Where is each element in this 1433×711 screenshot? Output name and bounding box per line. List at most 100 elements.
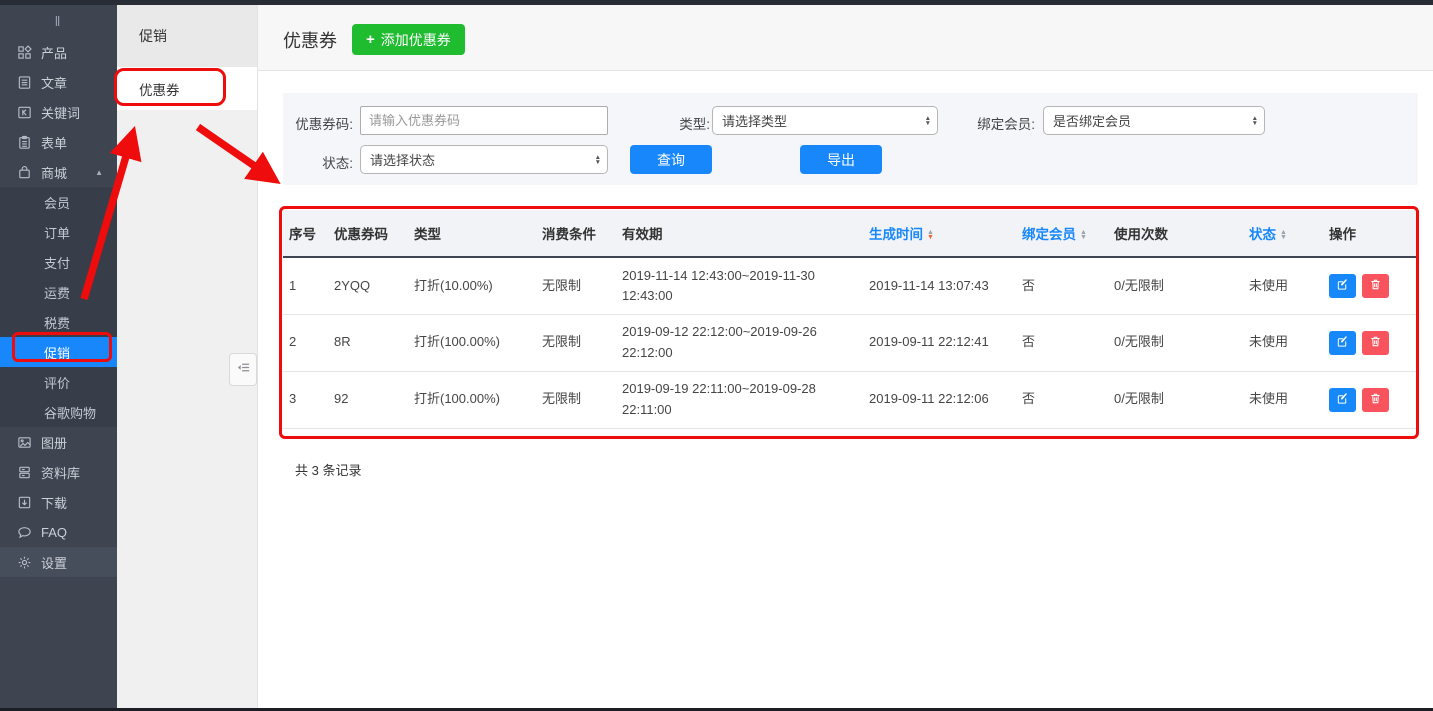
sort-desc-icon: ▼ [1080, 235, 1087, 241]
sidebar-item-promotion[interactable]: 促销 [0, 337, 117, 367]
cell-bound: 否 [1016, 314, 1108, 371]
cell-validity: 2019-11-14 12:43:00~2019-11-30 12:43:00 [616, 257, 863, 314]
edit-button[interactable] [1329, 388, 1356, 412]
sidebar-item-label: 会员 [44, 193, 70, 212]
col-status-sort[interactable]: 状态▲▼ [1243, 210, 1323, 257]
sidebar-collapse-toggle[interactable]: ‖ [0, 5, 117, 37]
mall-submenu: 会员 订单 支付 运费 税费 促销 评价 谷歌购物 [0, 187, 117, 427]
gear-icon [16, 554, 32, 570]
sidebar-item-forms[interactable]: 表单 [0, 127, 117, 157]
col-code: 优惠券码 [328, 210, 408, 257]
type-label: 类型: [636, 113, 710, 133]
page-title: 优惠券 [283, 27, 337, 53]
sidebar-item-articles[interactable]: 文章 [0, 67, 117, 97]
col-bound-sort[interactable]: 绑定会员▲▼ [1016, 210, 1108, 257]
sidebar-item-mall[interactable]: 商城 ▲ [0, 157, 117, 187]
sort-desc-icon: ▼ [1280, 235, 1287, 241]
delete-button[interactable] [1362, 274, 1389, 298]
export-button[interactable]: 导出 [800, 145, 882, 174]
table-row: 3 92 打折(100.00%) 无限制 2019-09-19 22:11:00… [283, 371, 1418, 428]
search-button[interactable]: 查询 [630, 145, 712, 174]
delete-button[interactable] [1362, 388, 1389, 412]
cell-status: 未使用 [1243, 371, 1323, 428]
add-coupon-button[interactable]: + 添加优惠券 [352, 24, 465, 55]
cell-type: 打折(100.00%) [408, 371, 536, 428]
cell-status: 未使用 [1243, 257, 1323, 314]
select-caret-icon: ▲▼ [595, 155, 601, 165]
filter-panel: 优惠券码: 类型: 请选择类型 ▲▼ 绑定会员: 是否绑定会员 ▲▼ 状态: 请… [283, 93, 1418, 185]
col-type: 类型 [408, 210, 536, 257]
edit-button[interactable] [1329, 331, 1356, 355]
panel-collapse-button[interactable] [229, 353, 257, 386]
sidebar-item-payment[interactable]: 支付 [0, 247, 117, 277]
faq-icon [16, 524, 32, 540]
sidebar-item-google-shopping[interactable]: 谷歌购物 [0, 397, 117, 427]
delete-button[interactable] [1362, 331, 1389, 355]
sidebar-item-orders[interactable]: 订单 [0, 217, 117, 247]
type-select[interactable]: 请选择类型 ▲▼ [712, 106, 938, 135]
sidebar-item-members[interactable]: 会员 [0, 187, 117, 217]
sidebar-item-label: 表单 [41, 133, 67, 152]
bound-member-select[interactable]: 是否绑定会员 ▲▼ [1043, 106, 1265, 135]
status-select[interactable]: 请选择状态 ▲▼ [360, 145, 608, 174]
sidebar-item-faq[interactable]: FAQ [0, 517, 117, 547]
col-usage: 使用次数 [1108, 210, 1243, 257]
pencil-icon [1336, 392, 1349, 408]
sidebar-item-keywords[interactable]: 关键词 [0, 97, 117, 127]
app-window: ‖ 产品 文章 关键词 表单 [0, 0, 1433, 711]
cell-seq: 3 [283, 371, 328, 428]
cell-type: 打折(100.00%) [408, 314, 536, 371]
sidebar-item-settings[interactable]: 设置 [0, 547, 117, 577]
sidebar-item-downloads[interactable]: 下载 [0, 487, 117, 517]
sidebar-item-label: 谷歌购物 [44, 403, 96, 422]
sidebar-item-reviews[interactable]: 评价 [0, 367, 117, 397]
coupon-code-label: 优惠券码: [283, 113, 353, 133]
page-header: 优惠券 + 添加优惠券 [258, 5, 1433, 71]
col-created-sort[interactable]: 生成时间▲▼ [863, 210, 1016, 257]
cell-created: 2019-09-11 22:12:06 [863, 371, 1016, 428]
cell-validity: 2019-09-12 22:12:00~2019-09-26 22:12:00 [616, 314, 863, 371]
coupon-table-wrap: 序号 优惠券码 类型 消费条件 有效期 生成时间▲▼ 绑定会员▲▼ 使用次数 [283, 210, 1418, 429]
sidebar-item-label: 关键词 [41, 103, 80, 122]
col-validity: 有效期 [616, 210, 863, 257]
submenu-item-coupon[interactable]: 优惠券 [117, 67, 257, 110]
primary-sidebar: ‖ 产品 文章 关键词 表单 [0, 0, 117, 711]
library-icon [16, 464, 32, 480]
status-label: 状态: [283, 152, 353, 172]
sidebar-item-label: 图册 [41, 433, 67, 452]
select-caret-icon: ▲▼ [1252, 116, 1258, 126]
sidebar-item-products[interactable]: 产品 [0, 37, 117, 67]
cell-code: 92 [328, 371, 408, 428]
table-header-row: 序号 优惠券码 类型 消费条件 有效期 生成时间▲▼ 绑定会员▲▼ 使用次数 [283, 210, 1418, 257]
sidebar-item-gallery[interactable]: 图册 [0, 427, 117, 457]
sidebar-item-label: 运费 [44, 283, 70, 302]
table-row: 2 8R 打折(100.00%) 无限制 2019-09-12 22:12:00… [283, 314, 1418, 371]
cell-condition: 无限制 [536, 257, 616, 314]
sidebar-item-label: 产品 [41, 43, 67, 62]
edit-button[interactable] [1329, 274, 1356, 298]
gallery-icon [16, 434, 32, 450]
cell-type: 打折(10.00%) [408, 257, 536, 314]
sidebar-item-label: 税费 [44, 313, 70, 332]
trash-icon [1369, 335, 1382, 351]
trash-icon [1369, 278, 1382, 294]
sidebar-item-label: 订单 [44, 223, 70, 242]
add-coupon-label: 添加优惠券 [381, 30, 451, 50]
sidebar-item-shipping[interactable]: 运费 [0, 277, 117, 307]
cell-code: 2YQQ [328, 257, 408, 314]
sidebar-item-library[interactable]: 资料库 [0, 457, 117, 487]
form-icon [16, 134, 32, 150]
col-condition: 消费条件 [536, 210, 616, 257]
cell-usage: 0/无限制 [1108, 314, 1243, 371]
menu-collapse-icon: ‖ [55, 13, 63, 29]
bound-member-select-value: 是否绑定会员 [1053, 111, 1246, 130]
chevron-up-icon: ▲ [95, 168, 103, 177]
sidebar-item-label: 支付 [44, 253, 70, 272]
trash-icon [1369, 392, 1382, 408]
col-seq: 序号 [283, 210, 328, 257]
sidebar-item-label: FAQ [41, 525, 67, 540]
sort-desc-icon: ▼ [927, 235, 934, 241]
coupon-code-input[interactable] [360, 106, 608, 135]
sidebar-item-tax[interactable]: 税费 [0, 307, 117, 337]
cell-created: 2019-09-11 22:12:41 [863, 314, 1016, 371]
